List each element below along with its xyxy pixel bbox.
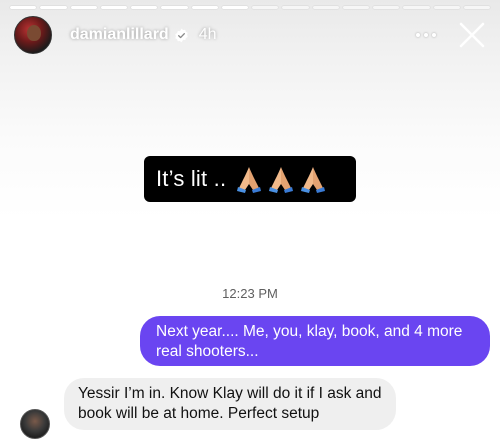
caption-emoji-group <box>234 164 328 194</box>
progress-segment <box>191 6 218 9</box>
avatar[interactable] <box>14 16 52 54</box>
verified-badge-icon <box>174 28 189 43</box>
progress-segment <box>70 6 97 9</box>
progress-segment <box>221 6 248 9</box>
more-options-icon[interactable] <box>416 33 436 37</box>
story-header: damianlillard 4h <box>14 16 486 54</box>
progress-segment <box>433 6 460 9</box>
folded-hands-emoji <box>237 167 262 193</box>
header-actions <box>416 21 486 49</box>
progress-segment <box>373 6 400 9</box>
folded-hands-emoji <box>301 167 326 193</box>
story-view: damianlillard 4h It’s lit .. 12:23 PM Ne… <box>0 0 500 440</box>
progress-segment <box>40 6 67 9</box>
username[interactable]: damianlillard <box>70 26 169 44</box>
caption-text: It’s lit .. <box>156 166 227 191</box>
incoming-message-bubble: Yessir I’m in. Know Klay will do it if I… <box>64 378 396 430</box>
progress-segment <box>161 6 188 9</box>
progress-segment <box>342 6 369 9</box>
close-icon[interactable] <box>458 21 486 49</box>
progress-segment <box>403 6 430 9</box>
outgoing-message-bubble: Next year.... Me, you, klay, book, and 4… <box>140 316 490 366</box>
progress-segment <box>131 6 158 9</box>
progress-segment <box>282 6 309 9</box>
message-timestamp: 12:23 PM <box>222 286 278 301</box>
progress-segment <box>463 6 490 9</box>
sender-avatar[interactable] <box>20 409 50 439</box>
folded-hands-emoji <box>269 167 294 193</box>
progress-segment <box>10 6 37 9</box>
story-caption-sticker: It’s lit .. <box>144 156 356 202</box>
progress-segment <box>252 6 279 9</box>
story-time: 4h <box>198 26 217 43</box>
story-progress-bar <box>10 6 490 9</box>
progress-segment <box>100 6 127 9</box>
progress-segment <box>312 6 339 9</box>
